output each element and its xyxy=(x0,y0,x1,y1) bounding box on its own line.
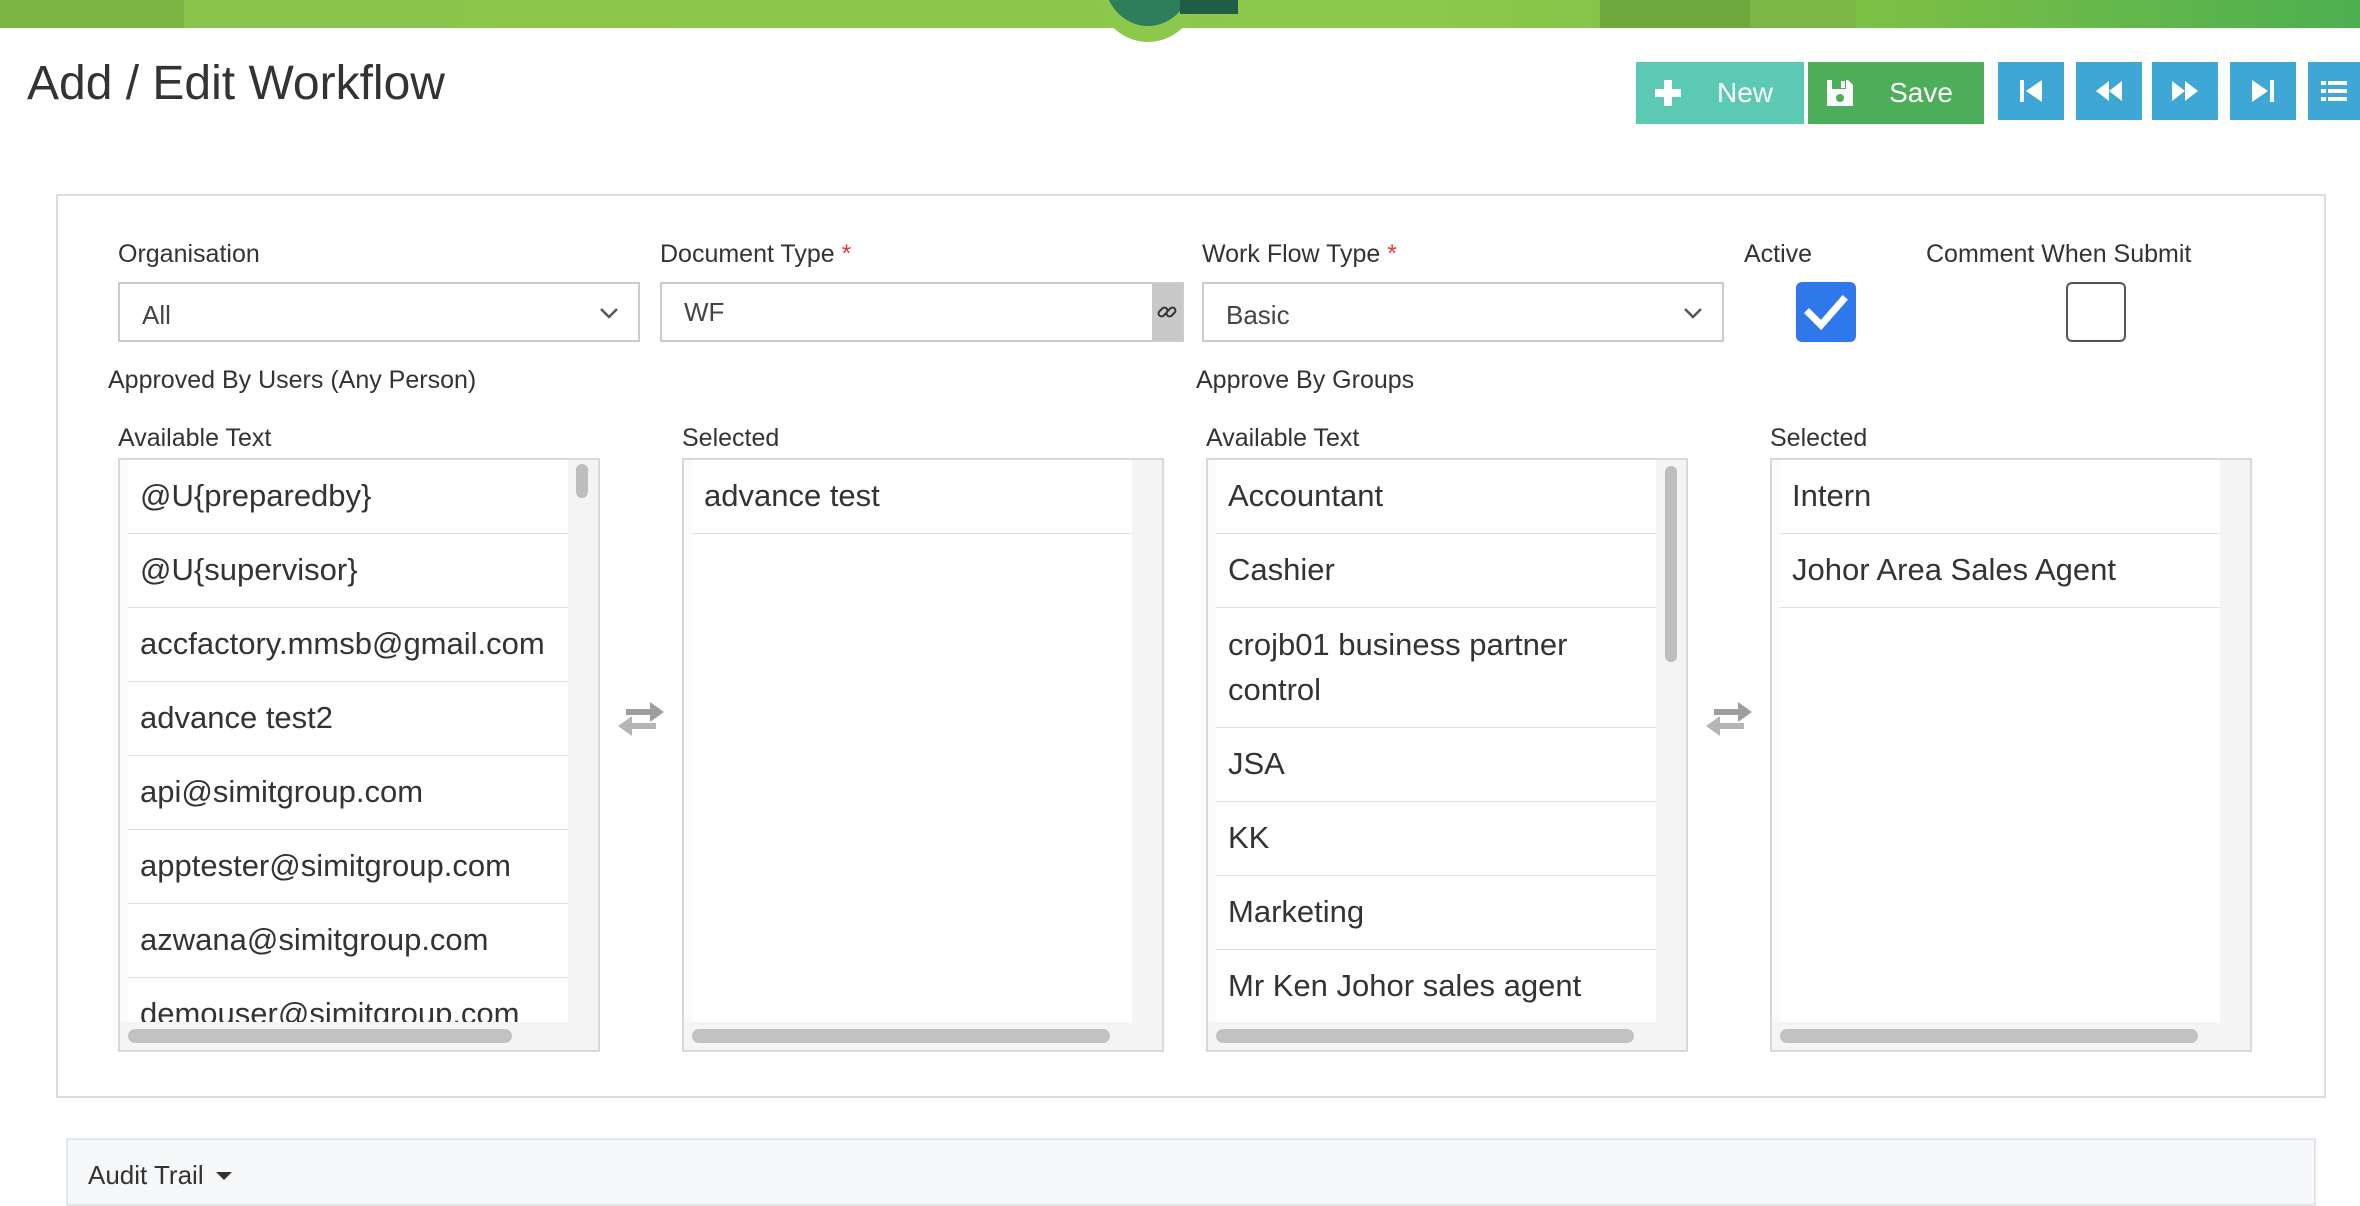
page-title: Add / Edit Workflow xyxy=(27,57,445,110)
new-button[interactable]: New xyxy=(1636,62,1804,124)
horizontal-scrollbar[interactable] xyxy=(1208,1022,1686,1050)
vertical-scrollbar[interactable] xyxy=(568,460,598,1026)
list-item[interactable]: api@simitgroup.com xyxy=(128,756,572,830)
list-item[interactable]: Intern xyxy=(1780,460,2224,534)
list-item[interactable]: @U{preparedby} xyxy=(128,460,572,534)
list-item[interactable]: advance test2 xyxy=(128,682,572,756)
list-content: Accountant Cashier crojb01 business part… xyxy=(1216,460,1660,1026)
previous-record-icon xyxy=(2096,81,2122,101)
list-item[interactable]: Marketing xyxy=(1216,876,1660,950)
users-selected-list[interactable]: advance test xyxy=(682,458,1164,1052)
horizontal-scrollbar[interactable] xyxy=(684,1022,1162,1050)
scrollbar-thumb[interactable] xyxy=(1780,1029,2198,1043)
workflow-type-label: Work Flow Type * xyxy=(1202,240,1397,269)
chevron-down-icon xyxy=(1684,308,1702,319)
top-banner xyxy=(0,0,2360,42)
document-type-input[interactable] xyxy=(662,284,1142,340)
scrollbar-thumb[interactable] xyxy=(1665,466,1677,662)
document-type-label-text: Document Type xyxy=(660,240,835,268)
organisation-select[interactable]: All xyxy=(118,282,640,342)
first-record-button[interactable] xyxy=(1998,62,2064,120)
banner-segment xyxy=(1600,0,1750,28)
list-item[interactable]: Accountant xyxy=(1216,460,1660,534)
transfer-arrows-icon[interactable] xyxy=(1706,702,1752,736)
list-icon xyxy=(2321,81,2347,101)
approved-by-users-title: Approved By Users (Any Person) xyxy=(108,366,477,394)
banner-segment xyxy=(0,0,184,28)
organisation-select-value: All xyxy=(142,300,171,330)
link-button[interactable] xyxy=(1152,284,1182,340)
next-record-icon xyxy=(2172,81,2198,101)
caret-down-icon xyxy=(216,1172,232,1180)
required-asterisk: * xyxy=(841,240,852,268)
groups-selected-label: Selected xyxy=(1770,424,1868,452)
scrollbar-thumb[interactable] xyxy=(1216,1029,1634,1043)
horizontal-scrollbar[interactable] xyxy=(120,1022,598,1050)
list-item[interactable]: KK xyxy=(1216,802,1660,876)
previous-record-button[interactable] xyxy=(2076,62,2142,120)
logo-mark xyxy=(1180,0,1238,14)
audit-trail-label: Audit Trail xyxy=(88,1160,204,1190)
chevron-down-icon xyxy=(600,308,618,319)
organisation-label: Organisation xyxy=(118,240,260,268)
floppy-disk-icon xyxy=(1808,78,1872,108)
list-item[interactable]: azwana@simitgroup.com xyxy=(128,904,572,978)
active-label: Active xyxy=(1744,240,1813,268)
next-record-button[interactable] xyxy=(2152,62,2218,120)
list-item[interactable]: advance test xyxy=(692,460,1136,534)
groups-available-list[interactable]: Accountant Cashier crojb01 business part… xyxy=(1206,458,1688,1052)
first-record-icon xyxy=(2020,80,2042,102)
list-content: Intern Johor Area Sales Agent xyxy=(1780,460,2224,1026)
list-item[interactable]: demouser@simitgroup.com xyxy=(128,978,572,1026)
list-item[interactable]: Mr Ken Johor sales agent xyxy=(1216,950,1660,1024)
checkmark-icon xyxy=(1804,295,1848,331)
list-item[interactable]: JSA xyxy=(1216,728,1660,802)
required-asterisk: * xyxy=(1387,240,1397,268)
scrollbar-thumb[interactable] xyxy=(692,1029,1110,1043)
vertical-scrollbar[interactable] xyxy=(1656,460,1686,1026)
workflow-type-label-text: Work Flow Type xyxy=(1202,240,1381,268)
workflow-type-select-value: Basic xyxy=(1226,300,1290,330)
approve-by-groups-title: Approve By Groups xyxy=(1196,366,1415,394)
scrollbar-thumb[interactable] xyxy=(576,464,588,498)
list-item[interactable]: @U{supervisor} xyxy=(128,534,572,608)
last-record-button[interactable] xyxy=(2230,62,2296,120)
comment-when-submit-checkbox[interactable] xyxy=(2066,282,2126,342)
users-selected-label: Selected xyxy=(682,424,780,452)
workflow-type-select[interactable]: Basic xyxy=(1202,282,1724,342)
list-item[interactable]: crojb01 business partner control xyxy=(1216,608,1660,728)
list-content: advance test xyxy=(692,460,1136,1026)
vertical-scrollbar[interactable] xyxy=(1132,460,1162,1026)
last-record-icon xyxy=(2252,80,2274,102)
comment-when-submit-label: Comment When Submit xyxy=(1926,240,2192,268)
plus-icon xyxy=(1636,78,1700,108)
horizontal-scrollbar[interactable] xyxy=(1772,1022,2250,1050)
link-icon xyxy=(1157,306,1177,318)
transfer-arrows-icon[interactable] xyxy=(618,702,664,736)
list-item[interactable]: accfactory.mmsb@gmail.com xyxy=(128,608,572,682)
list-view-button[interactable] xyxy=(2308,62,2360,120)
list-item[interactable]: Cashier xyxy=(1216,534,1660,608)
vertical-scrollbar[interactable] xyxy=(2220,460,2250,1026)
new-button-label: New xyxy=(1716,77,1773,108)
document-type-field[interactable] xyxy=(660,282,1184,342)
groups-available-label: Available Text xyxy=(1206,424,1360,452)
save-button-label: Save xyxy=(1889,77,1953,108)
document-type-label: Document Type * xyxy=(660,240,851,269)
audit-trail-toggle[interactable]: Audit Trail xyxy=(66,1138,2316,1206)
users-available-list[interactable]: @U{preparedby} @U{supervisor} accfactory… xyxy=(118,458,600,1052)
save-button[interactable]: Save xyxy=(1808,62,1984,124)
active-checkbox[interactable] xyxy=(1796,282,1856,342)
banner-segment xyxy=(1750,0,1856,28)
list-content: @U{preparedby} @U{supervisor} accfactory… xyxy=(128,460,572,1026)
scrollbar-thumb[interactable] xyxy=(128,1029,512,1043)
list-item[interactable]: Johor Area Sales Agent xyxy=(1780,534,2224,608)
users-available-label: Available Text xyxy=(118,424,272,452)
list-item[interactable]: apptester@simitgroup.com xyxy=(128,830,572,904)
groups-selected-list[interactable]: Intern Johor Area Sales Agent xyxy=(1770,458,2252,1052)
